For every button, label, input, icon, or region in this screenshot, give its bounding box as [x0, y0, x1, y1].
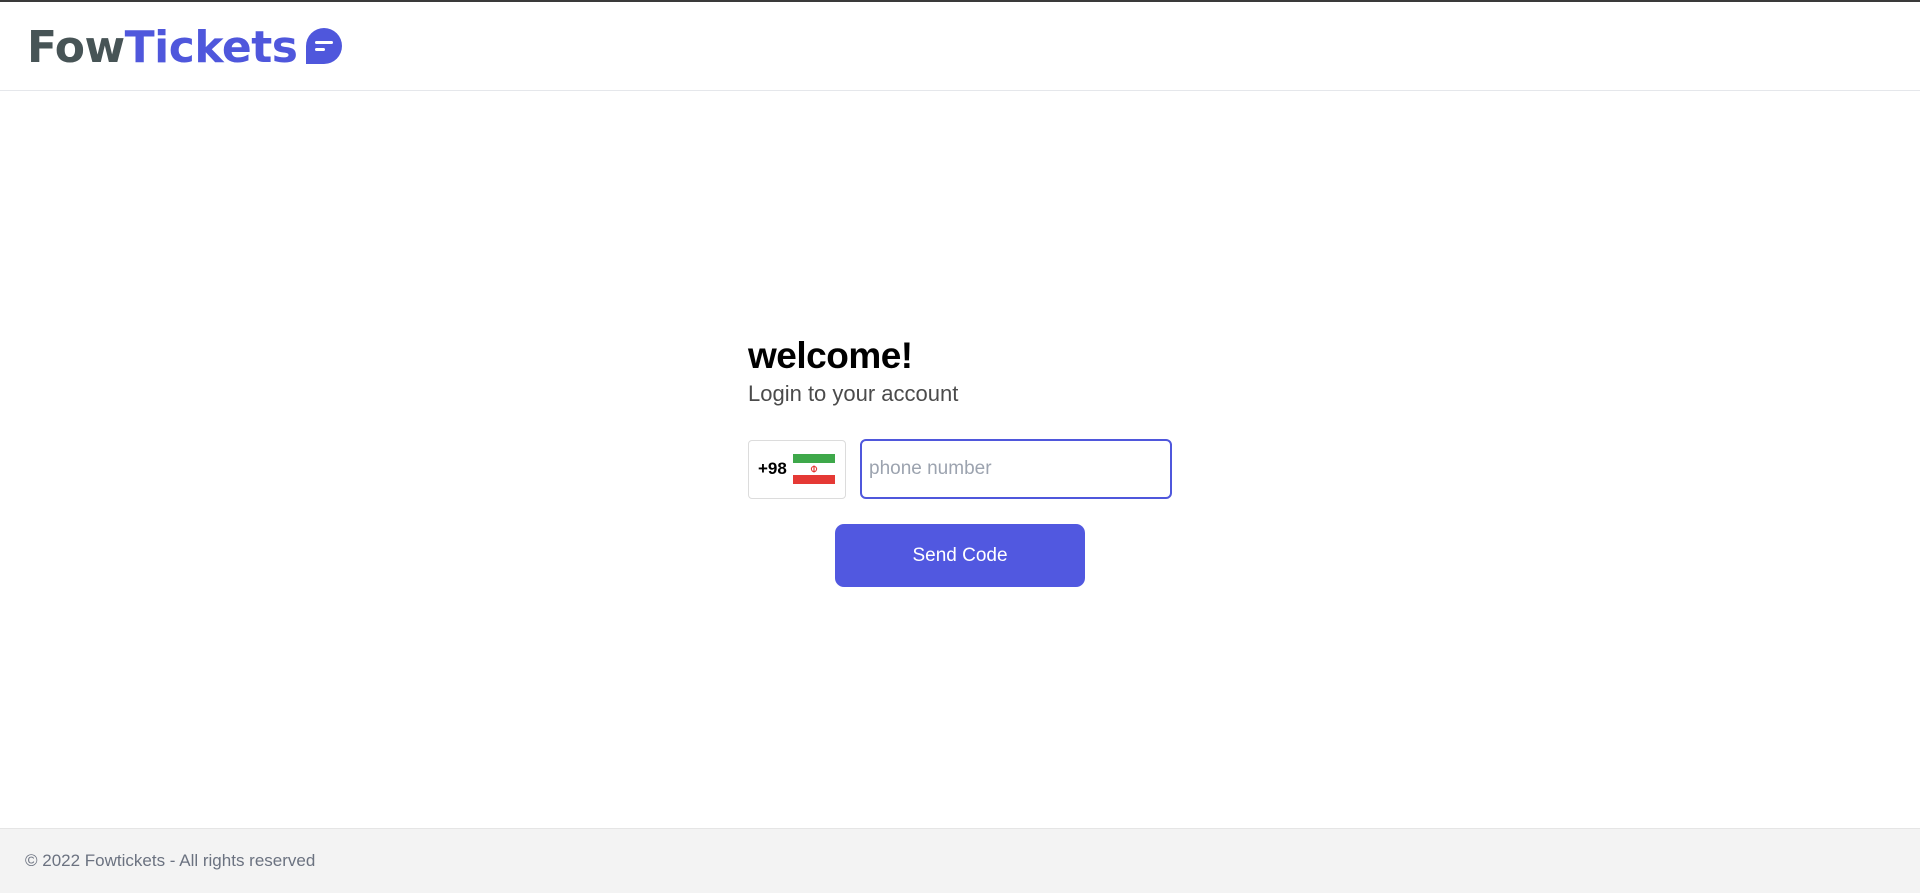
page-title: welcome!	[748, 335, 913, 376]
send-code-button[interactable]: Send Code	[835, 524, 1085, 587]
logo-link[interactable]: FowTickets	[27, 22, 343, 74]
login-form: welcome! Login to your account +98 phone…	[748, 332, 1188, 587]
phone-row: +98	[748, 439, 1172, 499]
copyright-text: © 2022 Fowtickets - All rights reserved	[25, 851, 316, 870]
logo-text: FowTickets	[27, 22, 298, 74]
chat-bubble-icon	[305, 27, 343, 65]
page-subtitle: Login to your account	[748, 381, 959, 406]
logo-text-part2: Tickets	[124, 22, 298, 73]
footer: © 2022 Fowtickets - All rights reserved	[0, 828, 1920, 893]
iran-flag-icon	[792, 454, 835, 484]
country-code: +98	[758, 459, 787, 478]
page: FowTickets welcome! Login to your accoun…	[0, 0, 1920, 893]
country-code-selector[interactable]: +98	[748, 439, 846, 499]
logo-text-part1: Fow	[27, 22, 125, 73]
header: FowTickets	[0, 2, 1920, 91]
phone-number-input[interactable]	[860, 439, 1172, 499]
